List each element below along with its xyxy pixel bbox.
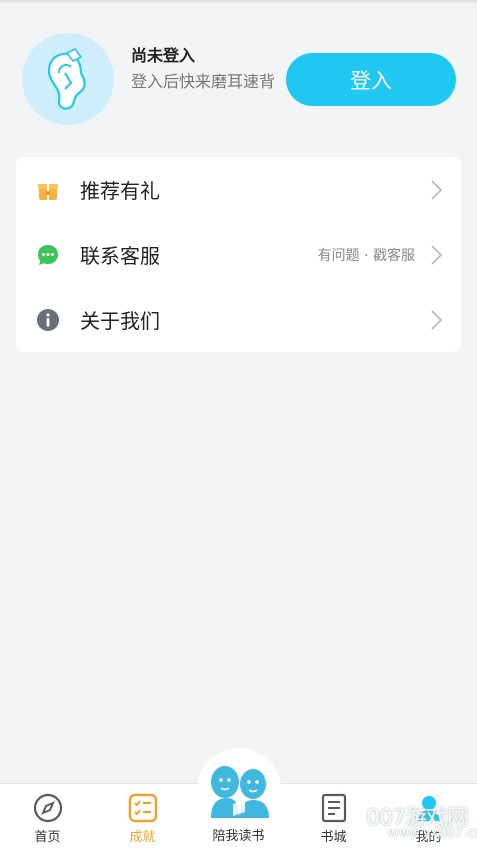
tab-label-center: 陪我读书 [212,829,265,844]
profile-page: 尚未登入 登入后快来磨耳速背 登入 推荐有礼 联系客服 有问题 · 戳客服 关于… [0,0,477,848]
avatar[interactable] [22,33,114,125]
menu-item-support[interactable]: 联系客服 有问题 · 戳客服 [16,222,461,287]
tab-home[interactable]: 首页 [0,784,95,848]
login-button[interactable]: 登入 [286,53,456,106]
chat-icon [38,244,58,265]
gift-icon [38,183,58,200]
chevron-right-icon [431,244,443,265]
ear-icon [48,47,86,110]
chevron-right-icon [431,179,443,200]
menu-label-support: 联系客服 [80,244,160,268]
tab-label-home: 首页 [34,830,61,845]
tab-achievements[interactable]: 成就 [95,784,190,848]
menu-hint-support: 有问题 · 戳客服 [317,247,415,264]
reading-companions-icon[interactable] [203,760,275,820]
profile-header: 尚未登入 登入后快来磨耳速背 登入 [0,0,477,140]
menu-label-about: 关于我们 [80,309,160,333]
login-status-subtitle: 登入后快来磨耳速背 [131,72,276,91]
menu-label-referral: 推荐有礼 [80,179,160,203]
compass-icon [33,793,62,823]
login-status-title: 尚未登入 [131,46,196,65]
chevron-right-icon [431,309,443,330]
info-icon [37,308,59,331]
tab-label-achievements: 成就 [129,830,156,845]
menu-item-about[interactable]: 关于我们 [16,287,461,352]
menu-item-referral[interactable]: 推荐有礼 [16,157,461,222]
book-icon [321,793,346,823]
checklist-icon [128,793,157,823]
settings-menu: 推荐有礼 联系客服 有问题 · 戳客服 关于我们 [16,157,461,352]
watermark-url: www.yx007.com [388,826,477,841]
